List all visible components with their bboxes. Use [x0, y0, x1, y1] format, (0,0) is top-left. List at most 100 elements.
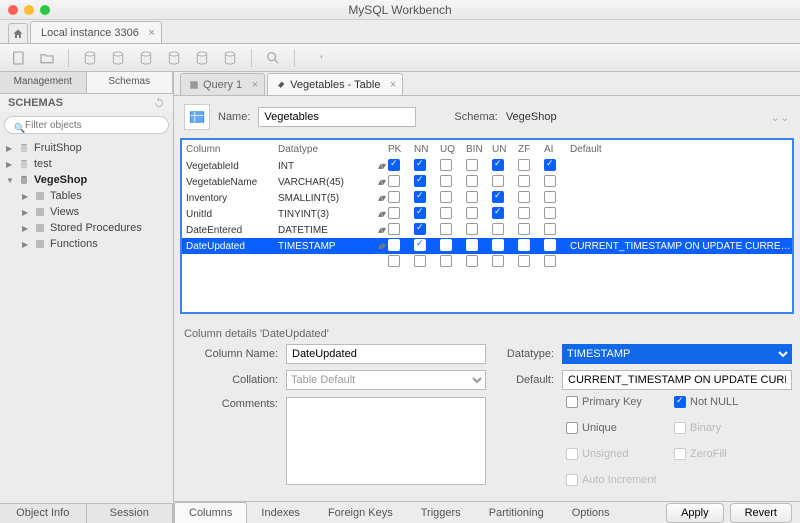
bottom-tab-columns[interactable]: Columns — [174, 502, 247, 523]
checkbox[interactable] — [440, 223, 452, 235]
checkbox[interactable] — [414, 191, 426, 203]
checkbox[interactable] — [466, 175, 478, 187]
chk-nn[interactable]: Not NULL — [674, 396, 768, 408]
db-icon-3[interactable] — [137, 49, 155, 67]
checkbox[interactable] — [518, 207, 530, 219]
stepper-icon[interactable]: ▴▾ — [378, 177, 388, 188]
checkbox[interactable] — [544, 223, 556, 235]
checkbox[interactable] — [388, 175, 400, 187]
checkbox[interactable] — [544, 239, 556, 251]
checkbox[interactable] — [440, 159, 452, 171]
checkbox[interactable] — [388, 239, 400, 251]
stepper-icon[interactable]: ▴▾ — [378, 209, 388, 220]
tab-session[interactable]: Session — [87, 504, 174, 523]
schema-item-fruitshop[interactable]: ▶FruitShop — [0, 140, 173, 156]
db-icon-4[interactable] — [165, 49, 183, 67]
checkbox[interactable] — [466, 191, 478, 203]
checkbox[interactable] — [440, 191, 452, 203]
placeholder-row[interactable] — [182, 254, 792, 270]
checkbox[interactable] — [518, 175, 530, 187]
checkbox[interactable] — [440, 175, 452, 187]
checkbox[interactable] — [414, 175, 426, 187]
checkbox[interactable] — [544, 191, 556, 203]
tree-stored-procedures[interactable]: ▶Stored Procedures — [0, 220, 173, 236]
editor-tab-vegetables[interactable]: Vegetables - Table× — [267, 73, 403, 95]
checkbox[interactable] — [518, 223, 530, 235]
column-row[interactable]: VegetableIdINT▴▾ — [182, 158, 792, 174]
schema-item-test[interactable]: ▶test — [0, 156, 173, 172]
checkbox[interactable] — [466, 239, 478, 251]
bottom-tab-triggers[interactable]: Triggers — [407, 503, 475, 523]
connection-tab[interactable]: Local instance 3306 × — [30, 21, 162, 43]
search-icon[interactable] — [264, 49, 282, 67]
stepper-icon[interactable]: ▴▾ — [378, 193, 388, 204]
checkbox[interactable] — [466, 223, 478, 235]
checkbox[interactable] — [466, 159, 478, 171]
checkbox[interactable] — [388, 191, 400, 203]
checkbox[interactable] — [492, 239, 504, 251]
checkbox[interactable] — [492, 223, 504, 235]
tree-functions[interactable]: ▶Functions — [0, 236, 173, 252]
datatype-select[interactable]: TIMESTAMP — [562, 344, 792, 364]
columns-grid[interactable]: ColumnDatatype PKNNUQ BINUNZF AIDefault … — [180, 138, 794, 314]
stepper-icon[interactable]: ▴▾ — [378, 161, 388, 172]
editor-tab-query[interactable]: Query 1× — [180, 73, 265, 95]
tab-management[interactable]: Management — [0, 72, 87, 93]
chk-ai[interactable]: Auto Increment — [566, 474, 660, 486]
new-sql-icon[interactable] — [10, 49, 28, 67]
collation-select[interactable]: Table Default — [286, 370, 486, 390]
tab-schemas[interactable]: Schemas — [87, 72, 174, 93]
stepper-icon[interactable]: ▴▾ — [378, 241, 388, 252]
checkbox[interactable] — [518, 239, 530, 251]
checkbox[interactable] — [492, 175, 504, 187]
checkbox[interactable] — [388, 159, 400, 171]
checkbox[interactable] — [414, 223, 426, 235]
db-icon-2[interactable] — [109, 49, 127, 67]
checkbox[interactable] — [518, 159, 530, 171]
checkbox[interactable] — [492, 191, 504, 203]
stepper-icon[interactable]: ▴▾ — [378, 225, 388, 236]
column-row[interactable]: UnitIdTINYINT(3)▴▾ — [182, 206, 792, 222]
revert-button[interactable]: Revert — [730, 503, 792, 523]
checkbox[interactable] — [440, 207, 452, 219]
chk-un[interactable]: Unsigned — [566, 448, 660, 460]
bottom-tab-fk[interactable]: Foreign Keys — [314, 503, 407, 523]
close-icon[interactable]: × — [390, 79, 396, 91]
checkbox[interactable] — [414, 207, 426, 219]
close-icon[interactable]: × — [148, 27, 154, 39]
db-icon[interactable] — [81, 49, 99, 67]
tab-object-info[interactable]: Object Info — [0, 504, 87, 523]
chk-pk[interactable]: Primary Key — [566, 396, 660, 408]
table-name-input[interactable] — [258, 107, 416, 127]
checkbox[interactable] — [544, 175, 556, 187]
home-tab[interactable] — [8, 23, 28, 43]
checkbox[interactable] — [414, 239, 426, 251]
checkbox[interactable] — [544, 207, 556, 219]
chk-zf[interactable]: ZeroFill — [674, 448, 768, 460]
open-sql-icon[interactable] — [38, 49, 56, 67]
chk-bin[interactable]: Binary — [674, 422, 768, 434]
checkbox[interactable] — [492, 159, 504, 171]
checkbox[interactable] — [544, 159, 556, 171]
apply-button[interactable]: Apply — [666, 503, 724, 523]
db-icon-6[interactable] — [221, 49, 239, 67]
tree-views[interactable]: ▶Views — [0, 204, 173, 220]
checkbox[interactable] — [388, 223, 400, 235]
close-icon[interactable]: × — [252, 79, 258, 91]
column-row[interactable]: DateEnteredDATETIME▴▾ — [182, 222, 792, 238]
checkbox[interactable] — [466, 207, 478, 219]
checkbox[interactable] — [440, 239, 452, 251]
checkbox[interactable] — [492, 207, 504, 219]
bottom-tab-partitioning[interactable]: Partitioning — [475, 503, 558, 523]
column-row[interactable]: VegetableNameVARCHAR(45)▴▾ — [182, 174, 792, 190]
bottom-tab-indexes[interactable]: Indexes — [247, 503, 314, 523]
chk-uq[interactable]: Unique — [566, 422, 660, 434]
checkbox[interactable] — [388, 207, 400, 219]
refresh-icon[interactable] — [153, 97, 165, 109]
comments-textarea[interactable] — [286, 397, 486, 485]
tree-tables[interactable]: ▶Tables — [0, 188, 173, 204]
column-row[interactable]: InventorySMALLINT(5)▴▾ — [182, 190, 792, 206]
db-icon-5[interactable] — [193, 49, 211, 67]
tool-icon[interactable] — [307, 49, 325, 67]
checkbox[interactable] — [518, 191, 530, 203]
